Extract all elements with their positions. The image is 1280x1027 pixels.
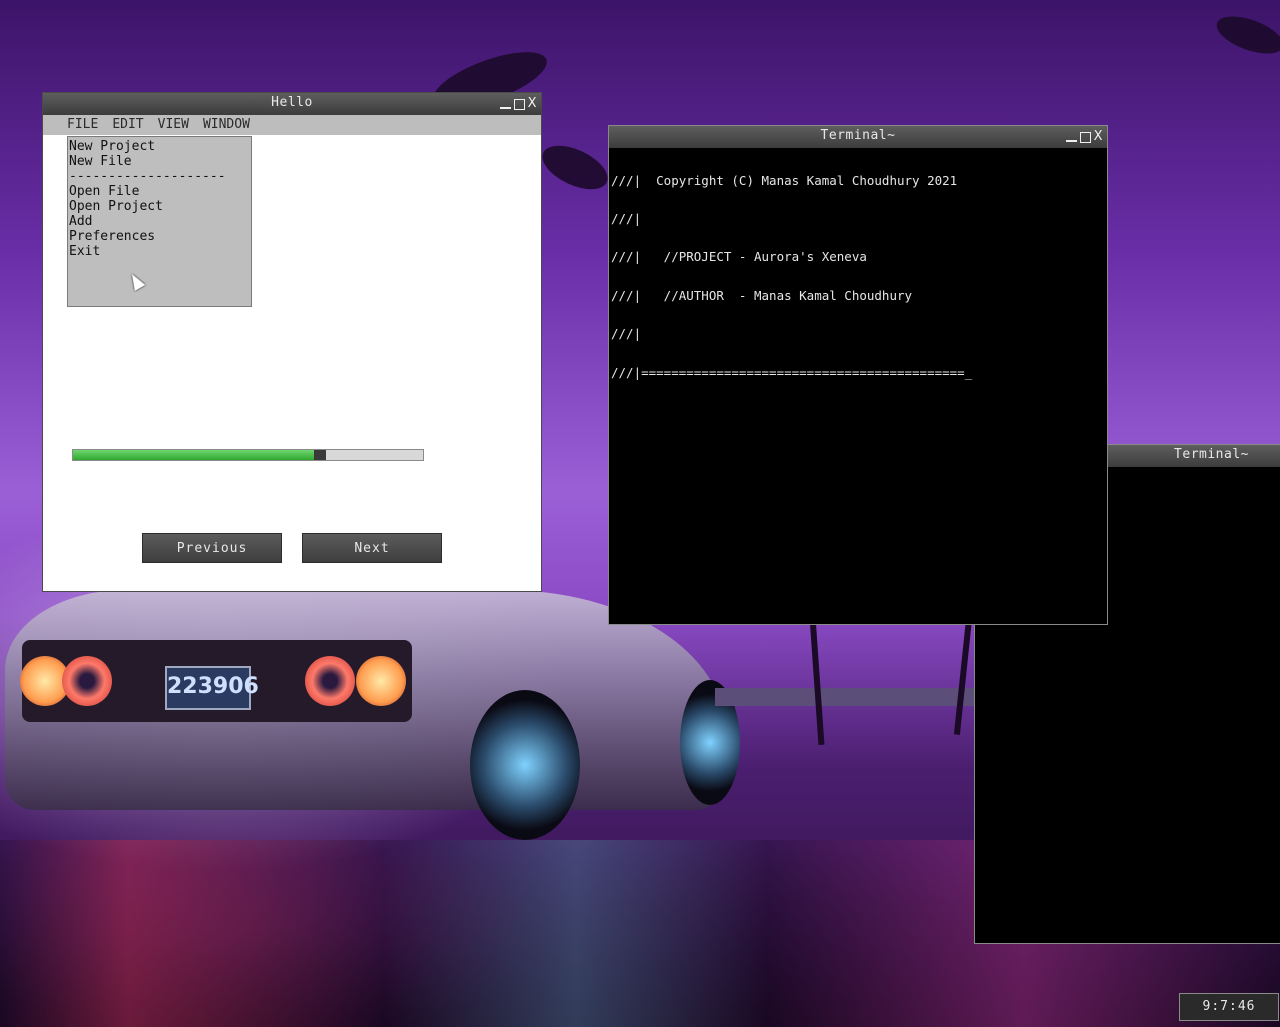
minimize-icon[interactable] <box>499 107 511 109</box>
minimize-icon[interactable] <box>1065 140 1077 142</box>
wallpaper-taillight <box>356 656 406 706</box>
menu-item-new-file[interactable]: New File <box>68 154 251 169</box>
maximize-icon[interactable] <box>513 98 525 110</box>
close-icon[interactable]: X <box>1094 130 1103 144</box>
menu-item-open-project[interactable]: Open Project <box>68 199 251 214</box>
menu-item-new-project[interactable]: New Project <box>68 139 251 154</box>
menu-bar: FILE EDIT VIEW WINDOW <box>43 115 541 135</box>
menu-item-exit[interactable]: Exit <box>68 244 251 259</box>
window-title: Terminal~ <box>820 128 896 143</box>
menu-view[interactable]: VIEW <box>158 115 189 135</box>
previous-button[interactable]: Previous <box>142 533 282 563</box>
wallpaper-wheel <box>470 690 580 840</box>
menu-separator: -------------------- <box>69 169 226 184</box>
menu-item-open-file[interactable]: Open File <box>68 184 251 199</box>
progress-thumb[interactable] <box>314 450 326 460</box>
window-controls: X <box>1065 129 1103 145</box>
menu-window[interactable]: WINDOW <box>203 115 250 135</box>
hello-window[interactable]: Hello X FILE EDIT VIEW WINDOW New Projec… <box>42 92 542 592</box>
window-title: Terminal~ <box>1174 447 1249 462</box>
terminal-line: ///|====================================… <box>611 364 973 380</box>
terminal-line: ///| <box>611 326 642 342</box>
menu-item-preferences[interactable]: Preferences <box>68 229 251 244</box>
terminal-window[interactable]: Terminal~ X ///| Copyright (C) Manas Kam… <box>608 125 1108 625</box>
terminal-line: ///| Copyright (C) Manas Kamal Choudhury… <box>611 172 958 188</box>
wallpaper-taillight <box>62 656 112 706</box>
terminal-titlebar[interactable]: Terminal~ X <box>609 126 1107 148</box>
window-title: Hello <box>271 95 313 110</box>
maximize-icon[interactable] <box>1079 131 1091 143</box>
progress-bar <box>72 449 424 461</box>
file-menu-dropdown: New Project New File -------------------… <box>67 136 252 307</box>
terminal-line: ///| //PROJECT - Aurora's Xeneva <box>611 249 867 265</box>
taskbar-clock[interactable]: 9:7:46 <box>1179 993 1279 1021</box>
next-button[interactable]: Next <box>302 533 442 563</box>
close-icon[interactable]: X <box>528 97 537 111</box>
terminal-output[interactable]: ///| Copyright (C) Manas Kamal Choudhury… <box>611 149 1105 622</box>
menu-edit[interactable]: EDIT <box>112 115 143 135</box>
wallpaper-pier <box>715 688 980 706</box>
menu-item-add[interactable]: Add <box>68 214 251 229</box>
wallpaper-taillight <box>305 656 355 706</box>
progress-fill <box>73 450 314 460</box>
window-controls: X <box>499 96 537 112</box>
terminal-line: ///| //AUTHOR - Manas Kamal Choudhury <box>611 287 913 303</box>
terminal-line: ///| <box>611 210 642 226</box>
hello-titlebar[interactable]: Hello X <box>43 93 541 115</box>
menu-file[interactable]: FILE <box>67 115 98 135</box>
wallpaper-license-plate: 223906 <box>165 666 259 710</box>
